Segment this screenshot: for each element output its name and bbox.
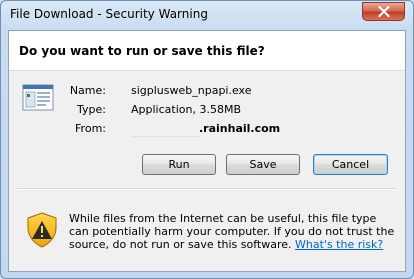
cancel-button[interactable]: Cancel [313, 154, 388, 175]
redacted-domain [131, 123, 199, 137]
security-shield-warning-icon [27, 212, 57, 248]
window-title: File Download - Security Warning [10, 7, 208, 21]
whats-the-risk-link[interactable]: What's the risk? [295, 238, 383, 251]
divider [17, 188, 397, 190]
file-name: sigplusweb_npapi.exe [131, 84, 252, 97]
type-label: Type: [77, 103, 106, 116]
dialog-question: Do you want to run or save this file? [19, 44, 265, 58]
dialog-body: Do you want to run or save this file? Na… [8, 30, 406, 272]
file-source: .rainhail.com [199, 122, 281, 135]
title-bar[interactable]: File Download - Security Warning [1, 1, 413, 29]
run-button[interactable]: Run [142, 154, 216, 175]
warning-message: While files from the Internet can be use… [69, 212, 399, 251]
dialog-header: Do you want to run or save this file? [9, 31, 405, 71]
download-dialog: File Download - Security Warning Do you … [0, 0, 414, 279]
name-label: Name: [69, 84, 106, 97]
from-label: From: [75, 122, 106, 135]
application-file-icon [22, 84, 54, 111]
save-button[interactable]: Save [226, 154, 300, 175]
close-button[interactable] [362, 2, 405, 21]
close-icon [377, 6, 390, 17]
file-type: Application, 3.58MB [131, 103, 241, 116]
